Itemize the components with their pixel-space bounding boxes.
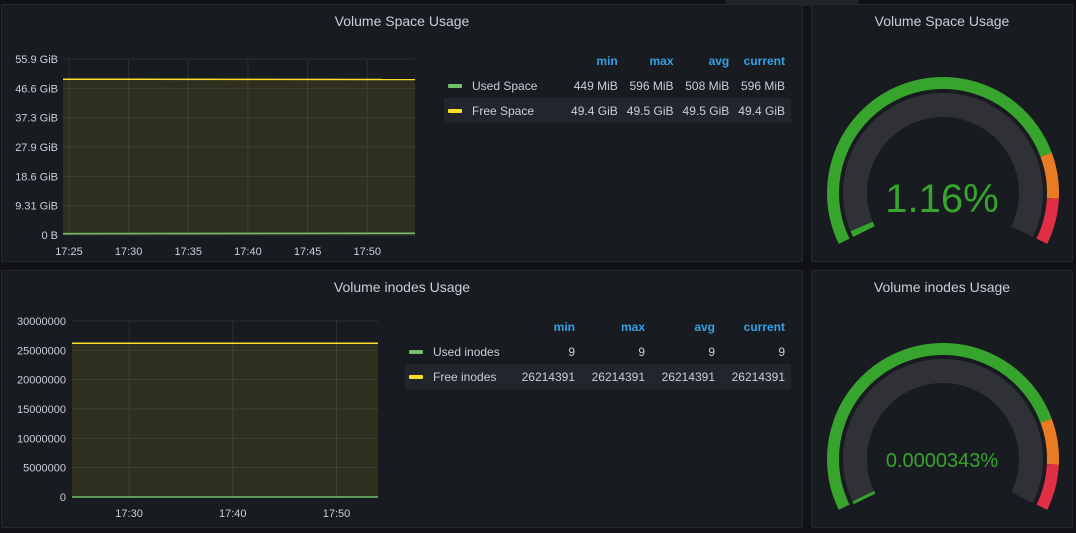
legend-header-min[interactable]: min [568,49,624,73]
space-chart[interactable]: 0 B 9.31 GiB 18.6 GiB 27.9 GiB 37.3 GiB 46.6 … [2,5,432,260]
legend-header-current[interactable]: current [721,315,791,339]
y-tick-label: 30000000 [17,316,66,328]
y-tick-label: 15000000 [17,404,66,416]
legend-header-avg[interactable]: avg [651,315,721,339]
legend-max: 49.5 GiB [623,98,680,123]
legend-max: 9 [638,344,645,359]
y-tick-label: 55.9 GiB [15,54,58,66]
y-tick-label: 25000000 [17,345,66,357]
legend-current: 49.4 GiB [735,98,791,123]
y-tick-label: 0 [60,492,66,504]
legend-max: 26214391 [581,364,651,389]
inodes-graph-panel: Volume inodes Usage 0 5000000 10000000 1500… [1,270,803,528]
series-swatch [409,375,423,380]
y-tick-label: 37.3 GiB [15,113,58,125]
legend-row-used-space[interactable]: Used Space 449 MiB 596 MiB 508 MiB 596 M… [444,73,791,98]
legend-header-avg[interactable]: avg [680,49,736,73]
legend-avg: 26214391 [651,364,721,389]
series-swatch [448,109,462,114]
x-tick-label: 17:40 [219,508,247,520]
inodes-gauge [827,343,1059,510]
inodes-gauge-panel: Volume inodes Usage 0.0000343% [811,270,1073,528]
legend-row-free-space[interactable]: Free Space 49.4 GiB 49.5 GiB 49.5 GiB 49… [444,98,791,123]
x-tick-label: 17:45 [294,246,322,258]
legend-min: 49.4 GiB [568,98,624,123]
legend-header-min[interactable]: min [511,315,581,339]
y-tick-label: 18.6 GiB [15,171,58,183]
legend-header-max[interactable]: max [624,49,680,73]
legend-series-name: Used inodes [433,344,500,359]
space-gauge-value: 1.16% [885,177,999,221]
legend-header-current[interactable]: current [735,49,791,73]
x-tick-label: 17:30 [115,508,143,520]
legend-series-name: Free Space [472,103,535,118]
y-tick-label: 46.6 GiB [15,83,58,95]
legend-avg: 508 MiB [685,78,730,93]
inodes-chart[interactable]: 0 5000000 10000000 15000000 20000000 25000000… [2,271,402,526]
x-tick-label: 17:50 [323,508,351,520]
legend-avg: 9 [708,344,715,359]
legend-max: 596 MiB [629,78,674,93]
y-tick-label: 5000000 [23,463,66,475]
series-area [63,79,415,235]
legend-current: 596 MiB [740,78,785,93]
legend-min: 9 [568,344,575,359]
x-tick-label: 17:35 [175,246,203,258]
legend-current: 26214391 [721,364,791,389]
legend-series-name: Free inodes [433,369,497,384]
inodes-gauge-value: 0.0000343% [885,450,999,472]
y-tick-label: 10000000 [17,433,66,445]
inodes-legend: min max avg current Used inodes 9 9 9 9 … [405,315,791,389]
space-legend: min max avg current Used Space 449 MiB 5… [444,49,791,123]
y-tick-label: 20000000 [17,375,66,387]
gauge-track [843,359,1043,503]
x-tick-label: 17:50 [354,246,382,258]
space-gauge-panel: Volume Space Usage 1.16% [811,4,1073,262]
y-tick-label: 9.31 GiB [15,201,58,213]
legend-current: 9 [778,344,785,359]
legend-min: 449 MiB [573,78,618,93]
x-tick-label: 17:25 [55,246,83,258]
legend-series-name: Used Space [472,78,538,93]
series-swatch [448,84,462,89]
space-graph-panel: Volume Space Usage 0 B 9.31 GiB 18.6 GiB 27… [1,4,803,262]
y-tick-label: 27.9 GiB [15,142,58,154]
legend-row-used-inodes[interactable]: Used inodes 9 9 9 9 [405,339,791,364]
legend-row-free-inodes[interactable]: Free inodes 26214391 26214391 26214391 2… [405,364,791,389]
series-swatch [409,350,423,355]
x-tick-label: 17:40 [234,246,262,258]
y-tick-label: 0 B [41,230,58,242]
x-tick-label: 17:30 [115,246,143,258]
legend-min: 26214391 [511,364,581,389]
legend-header-max[interactable]: max [581,315,651,339]
legend-avg: 49.5 GiB [679,98,736,123]
series-area [72,343,378,497]
